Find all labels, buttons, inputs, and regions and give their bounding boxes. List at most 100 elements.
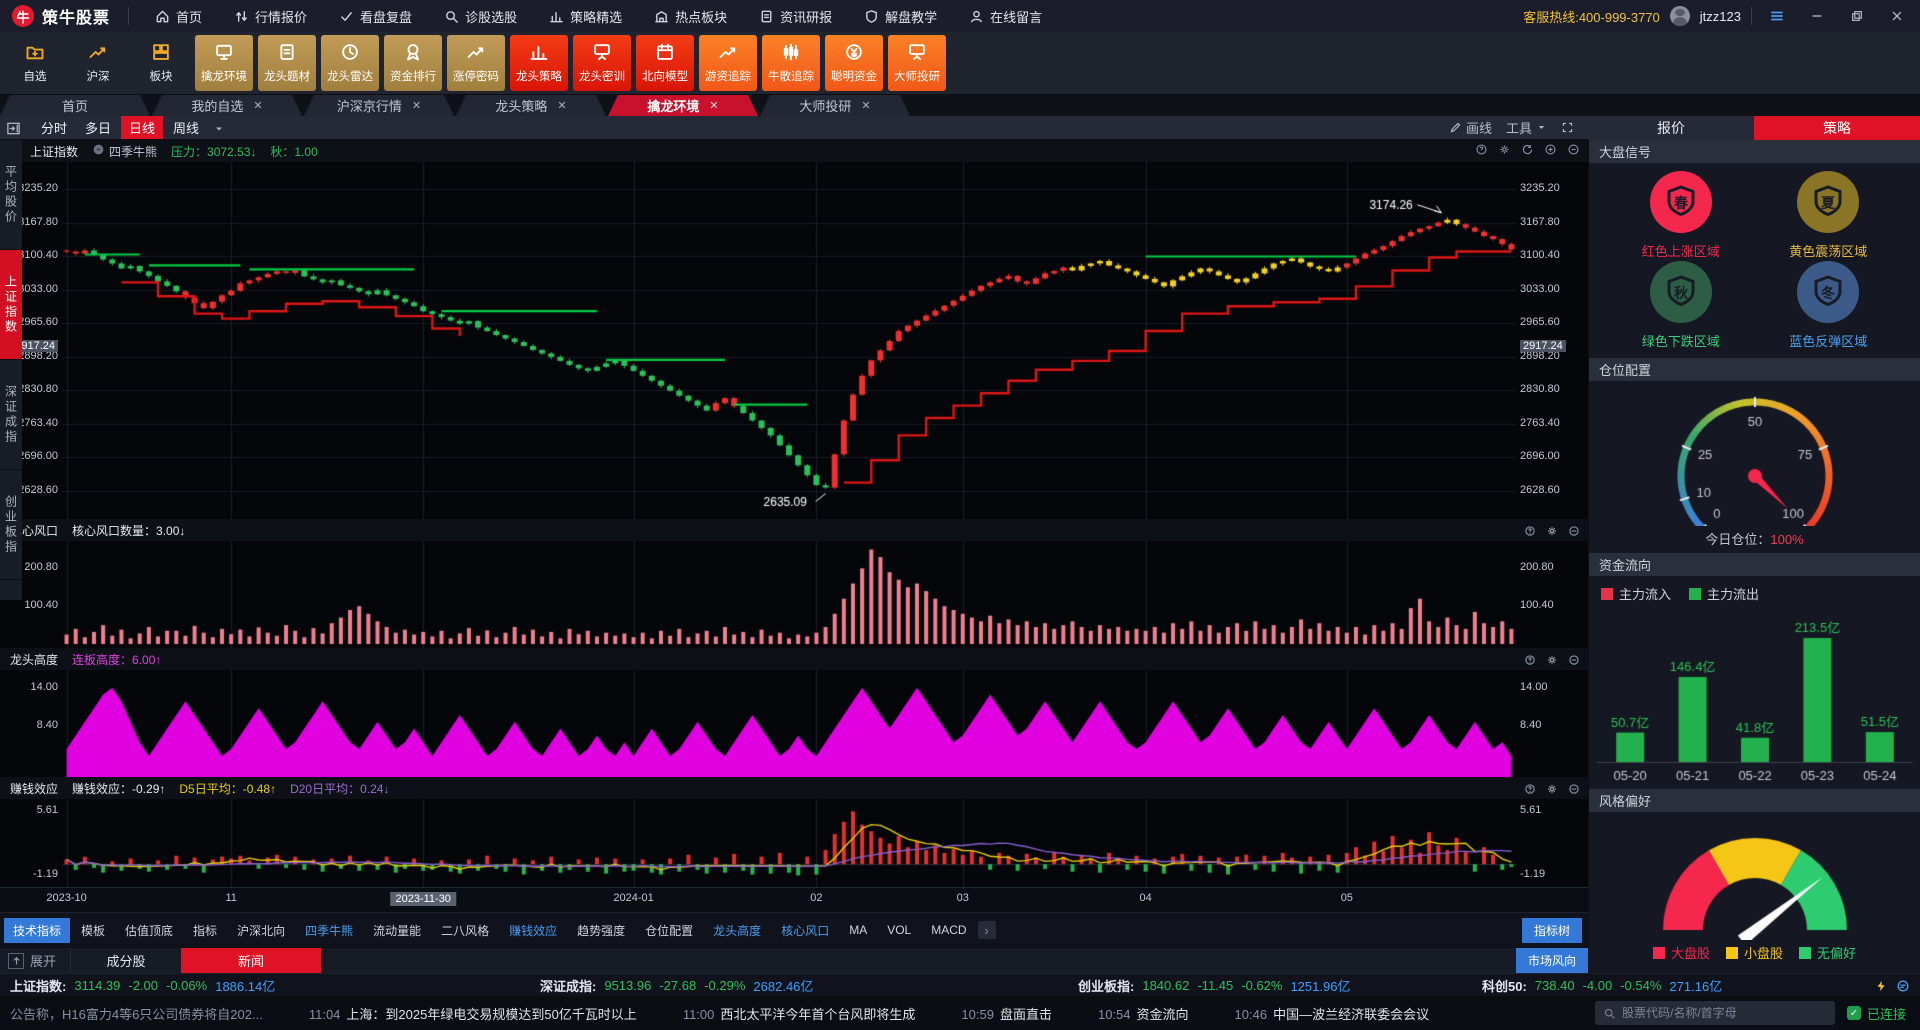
indicator-tab-14[interactable]: MA <box>840 919 876 941</box>
indicator-tab-8[interactable]: 二八风格 <box>432 918 498 943</box>
toolbar-button-5[interactable]: 龙头题材 <box>258 35 316 91</box>
username[interactable]: jtzz123 <box>1700 9 1741 24</box>
message-icon[interactable] <box>1896 977 1910 993</box>
indicator-tab-12[interactable]: 龙头高度 <box>704 918 770 943</box>
side-index-tab-2[interactable]: 上证指数 <box>0 250 22 360</box>
indicator-toggle[interactable]: 四季牛熊 <box>92 143 157 160</box>
remove-pane-icon[interactable] <box>1568 781 1580 795</box>
menu-item-2[interactable]: 行情报价 <box>218 0 323 32</box>
index-quote-3[interactable]: 创业板指: 1840.62 -11.45 -0.62% 1251.96亿 <box>1078 976 1350 995</box>
period-日线[interactable]: 日线 <box>121 116 163 139</box>
indicator-tab-1[interactable]: 技术指标 <box>4 918 70 943</box>
member-tab-2[interactable]: 新闻 <box>181 948 321 973</box>
indicator-tree-button[interactable]: 指标树 <box>1522 918 1582 943</box>
toolbar-button-10[interactable]: 龙头密训 <box>573 35 631 91</box>
member-tab-1[interactable]: 成分股 <box>71 948 181 973</box>
remove-pane-icon[interactable] <box>1568 652 1580 666</box>
zhuanqian-chart-canvas[interactable] <box>0 799 1588 887</box>
tab-close-icon[interactable]: ✕ <box>861 99 870 112</box>
help-icon[interactable] <box>1475 143 1488 159</box>
indicator-tab-9[interactable]: 赚钱效应 <box>500 918 566 943</box>
toolbar-button-1[interactable]: 自选 <box>6 35 64 91</box>
doc-tab-2[interactable]: 我的自选✕ <box>152 95 302 116</box>
side-index-tab-4[interactable]: 创业板指 <box>0 470 22 580</box>
longtou-chart-canvas[interactable] <box>0 670 1588 777</box>
season-badge-2[interactable]: 夏 黄色震荡区域 <box>1755 171 1903 261</box>
menu-item-6[interactable]: 热点板块 <box>638 0 743 32</box>
indicator-tab-15[interactable]: VOL <box>878 919 920 941</box>
stock-search-input[interactable] <box>1622 1006 1812 1020</box>
settings-gear-icon[interactable] <box>1546 781 1558 795</box>
expand-button[interactable]: 展开 <box>0 948 71 973</box>
doc-tab-1[interactable]: 首页 <box>0 95 150 116</box>
window-menu-icon[interactable] <box>1762 4 1792 28</box>
fullscreen-icon[interactable] <box>1561 121 1574 134</box>
menu-item-8[interactable]: 解盘教学 <box>848 0 953 32</box>
settings-gear-icon[interactable] <box>1546 523 1558 537</box>
indicator-more-button[interactable]: › <box>978 921 996 939</box>
index-quote-2[interactable]: 深证成指: 9513.96 -27.68 -0.29% 2682.46亿 <box>540 976 813 995</box>
season-badge-3[interactable]: 秋 绿色下跌区域 <box>1607 261 1755 351</box>
menu-item-4[interactable]: 诊股选股 <box>428 0 533 32</box>
tab-strategy[interactable]: 策略 <box>1754 116 1920 140</box>
toolbar-button-9[interactable]: 龙头策略 <box>510 35 568 91</box>
tab-close-icon[interactable]: ✕ <box>709 99 718 112</box>
restore-icon[interactable] <box>1842 4 1872 28</box>
side-index-tab-3[interactable]: 深证成指 <box>0 360 22 470</box>
news-item-2[interactable]: 11:04上海：到2025年绿电交易规模达到50亿千瓦时以上 <box>309 1004 637 1023</box>
main-chart-canvas[interactable] <box>0 162 1588 519</box>
zoom-in-icon[interactable] <box>1544 143 1557 159</box>
indicator-tab-6[interactable]: 四季牛熊 <box>296 918 362 943</box>
toolbar-button-11[interactable]: 北向模型 <box>636 35 694 91</box>
index-quote-1[interactable]: 上证指数: 3114.39 -2.00 -0.06% 1886.14亿 <box>10 976 275 995</box>
menu-item-1[interactable]: 首页 <box>139 0 218 32</box>
stock-search-box[interactable] <box>1595 1001 1835 1025</box>
period-周线[interactable]: 周线 <box>165 116 207 139</box>
doc-tab-6[interactable]: 大师投研✕ <box>760 95 910 116</box>
news-item-1[interactable]: 公告称，H16富力4等6只公司债券将自202... <box>10 1004 263 1023</box>
toolbar-button-3[interactable]: 板块 <box>132 35 190 91</box>
indicator-tab-13[interactable]: 核心风口 <box>772 918 838 943</box>
indicator-tab-10[interactable]: 趋势强度 <box>568 918 634 943</box>
help-icon[interactable] <box>1524 523 1536 537</box>
tab-close-icon[interactable]: ✕ <box>253 99 262 112</box>
tab-close-icon[interactable]: ✕ <box>557 99 566 112</box>
season-badge-1[interactable]: 春 红色上涨区域 <box>1607 171 1755 261</box>
toolbar-button-15[interactable]: 大师投研 <box>888 35 946 91</box>
menu-item-5[interactable]: 策略精选 <box>533 0 638 32</box>
refresh-icon[interactable] <box>1521 143 1534 159</box>
doc-tab-5[interactable]: 擒龙环境✕ <box>608 95 758 116</box>
avatar[interactable] <box>1670 6 1690 26</box>
period-多日[interactable]: 多日 <box>77 116 119 139</box>
period-dropdown-icon[interactable] <box>213 120 225 135</box>
tab-close-icon[interactable]: ✕ <box>412 99 421 112</box>
indicator-tab-3[interactable]: 估值顶底 <box>116 918 182 943</box>
draw-line-button[interactable]: 画线 <box>1449 118 1492 137</box>
toolbar-button-14[interactable]: 聪明资金 <box>825 35 883 91</box>
indicator-tab-4[interactable]: 指标 <box>184 918 226 943</box>
tab-quote[interactable]: 报价 <box>1588 116 1754 140</box>
fengkou-chart-canvas[interactable] <box>0 541 1588 648</box>
toolbar-button-7[interactable]: 资金排行 <box>384 35 442 91</box>
side-index-tab-1[interactable]: 平均股价 <box>0 140 22 250</box>
remove-pane-icon[interactable] <box>1568 523 1580 537</box>
news-item-3[interactable]: 11:00西北太平洋今年首个台风即将生成 <box>683 1004 916 1023</box>
news-item-6[interactable]: 10:46中国—波兰经济联委会会议 <box>1235 1004 1430 1023</box>
tools-button[interactable]: 工具 <box>1506 118 1547 137</box>
toolbar-button-13[interactable]: 牛散追踪 <box>762 35 820 91</box>
minimize-icon[interactable] <box>1802 4 1832 28</box>
toolbar-button-12[interactable]: 游资追踪 <box>699 35 757 91</box>
menu-item-3[interactable]: 看盘复盘 <box>323 0 428 32</box>
doc-tab-3[interactable]: 沪深京行情✕ <box>304 95 454 116</box>
indicator-tab-5[interactable]: 沪深北向 <box>228 918 294 943</box>
menu-item-9[interactable]: 在线留言 <box>953 0 1058 32</box>
close-icon[interactable] <box>1882 4 1912 28</box>
indicator-tab-7[interactable]: 流动量能 <box>364 918 430 943</box>
market-direction-button[interactable]: 市场风向 <box>1516 948 1588 973</box>
help-icon[interactable] <box>1524 781 1536 795</box>
index-quote-4[interactable]: 科创50: 738.40 -4.00 -0.54% 271.16亿 <box>1482 976 1722 995</box>
news-item-5[interactable]: 10:54资金流向 <box>1098 1004 1189 1023</box>
news-item-4[interactable]: 10:59盘面直击 <box>961 1004 1052 1023</box>
toolbar-button-8[interactable]: 涨停密码 <box>447 35 505 91</box>
toolbar-button-6[interactable]: 龙头雷达 <box>321 35 379 91</box>
